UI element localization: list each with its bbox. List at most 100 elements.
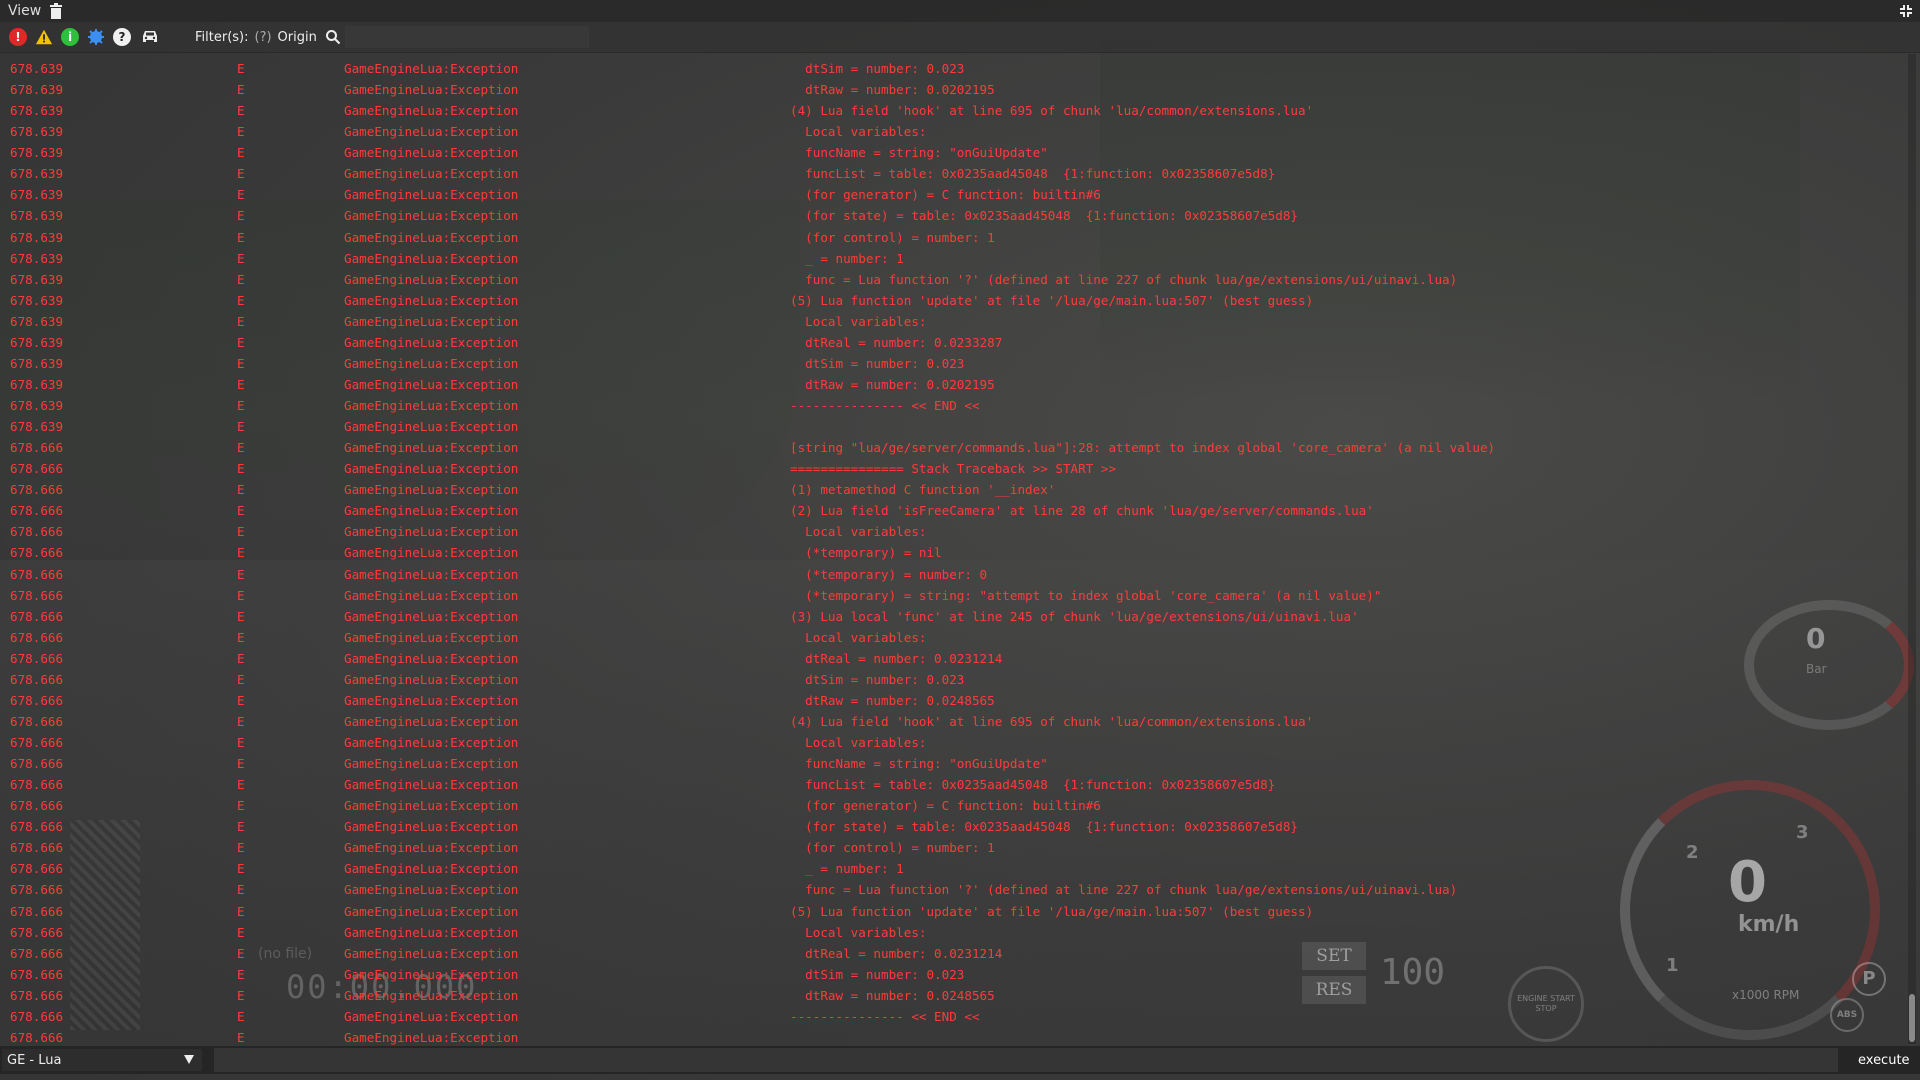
log-time: 678.666 xyxy=(10,608,64,624)
log-level: E xyxy=(237,1029,245,1045)
log-row: 678.666 E GameEngineLua:Exception funcList… xyxy=(5,774,1905,795)
log-row: 678.639 E GameEngineLua:Exception dtRaw = … xyxy=(5,79,1905,100)
log-origin: GameEngineLua:Exception xyxy=(344,166,519,182)
error-icon[interactable]: ! xyxy=(9,28,27,46)
log-row: 678.666 E GameEngineLua:Exception (for sta… xyxy=(5,816,1905,837)
log-row: 678.666 E GameEngineLua:Exception (*tempor… xyxy=(5,564,1905,585)
log-message: Local variables: xyxy=(790,924,927,940)
log-origin: GameEngineLua:Exception xyxy=(344,271,519,287)
filter-help-link[interactable]: (?) xyxy=(255,30,272,45)
log-message: Local variables: xyxy=(790,629,927,645)
car-icon[interactable] xyxy=(139,28,161,46)
log-time: 678.639 xyxy=(10,313,64,329)
log-time: 678.666 xyxy=(10,819,64,835)
log-time: 678.639 xyxy=(10,82,64,98)
log-time: 678.666 xyxy=(10,882,64,898)
log-message: func = Lua function '?' (defined at line… xyxy=(790,271,1458,287)
log-time: 678.666 xyxy=(10,650,64,666)
log-message: _ = number: 1 xyxy=(790,250,904,266)
log-time: 678.639 xyxy=(10,124,64,140)
log-message: (*temporary) = number: 0 xyxy=(790,566,988,582)
log-level: E xyxy=(237,398,245,413)
warning-icon[interactable] xyxy=(35,28,53,46)
log-message: Local variables: xyxy=(790,735,927,750)
debug-icon[interactable] xyxy=(87,28,105,46)
log-message: (for generator) = C function: builtin#6 xyxy=(790,187,1101,203)
context-select-value: GE - Lua xyxy=(7,1052,62,1068)
log-level: E xyxy=(237,840,245,856)
filter-input[interactable] xyxy=(344,26,589,48)
log-message: dtSim = number: 0.023 xyxy=(790,355,965,371)
log-time: 678.666 xyxy=(10,798,64,814)
log-level: E xyxy=(237,545,245,561)
log-origin: GameEngineLua:Exception xyxy=(344,250,519,266)
log-level: E xyxy=(237,419,245,435)
log-row: 678.666 E GameEngineLua:Exception func = L… xyxy=(5,879,1905,900)
log-level: E xyxy=(237,145,245,161)
log-origin: GameEngineLua:Exception xyxy=(344,440,519,456)
log-level: E xyxy=(237,882,245,898)
log-origin: GameEngineLua:Exception xyxy=(344,987,519,1003)
log-time: 678.639 xyxy=(10,292,64,308)
log-time: 678.639 xyxy=(10,334,64,350)
log-time: 678.666 xyxy=(10,735,64,750)
log-origin: GameEngineLua:Exception xyxy=(344,187,519,203)
log-origin: GameEngineLua:Exception xyxy=(344,587,519,603)
log-level: E xyxy=(237,1008,245,1024)
log-row: 678.666 E GameEngineLua:Exception [string "… xyxy=(5,437,1905,458)
info-icon[interactable]: i xyxy=(61,28,79,46)
log-time: 678.639 xyxy=(10,376,64,392)
command-input[interactable] xyxy=(214,1048,1838,1072)
log-message: Local variables: xyxy=(790,124,927,140)
log-message: func = Lua function '?' (defined at line… xyxy=(790,882,1458,898)
context-select[interactable]: GE - Lua xyxy=(2,1049,202,1071)
execute-button[interactable]: execute xyxy=(1852,1052,1916,1069)
log-origin: GameEngineLua:Exception xyxy=(344,103,519,119)
log-level: E xyxy=(237,671,245,687)
log-origin: GameEngineLua:Exception xyxy=(344,229,519,245)
log-origin: GameEngineLua:Exception xyxy=(344,861,519,877)
log-message: Local variables: xyxy=(790,313,927,329)
log-time: 678.666 xyxy=(10,440,64,456)
log-origin: GameEngineLua:Exception xyxy=(344,882,519,898)
help-icon[interactable]: ? xyxy=(113,28,131,46)
log-time: 678.639 xyxy=(10,355,64,371)
log-origin: GameEngineLua:Exception xyxy=(344,798,519,814)
log-row: 678.666 E GameEngineLua:Exception dtReal =… xyxy=(5,943,1905,964)
collapse-icon[interactable] xyxy=(1898,3,1914,19)
origin-filter-toggle[interactable]: Origin xyxy=(278,30,317,45)
trash-icon[interactable] xyxy=(49,3,63,19)
log-time: 678.639 xyxy=(10,61,64,76)
log-level: E xyxy=(237,966,245,982)
log-output[interactable]: 678.639 E GameEngineLua:Exception dtSim = … xyxy=(5,58,1905,1046)
log-row: 678.666 E GameEngineLua:Exception _ = numb… xyxy=(5,858,1905,879)
menu-view[interactable]: View xyxy=(8,3,41,19)
log-row: 678.666 E GameEngineLua:Exception funcName… xyxy=(5,753,1905,774)
log-row: 678.666 E GameEngineLua:Exception (2) Lua f… xyxy=(5,500,1905,521)
log-origin: GameEngineLua:Exception xyxy=(344,461,519,477)
scrollbar-thumb[interactable] xyxy=(1909,994,1915,1042)
log-row: 678.639 E GameEngineLua:Exception dtReal =… xyxy=(5,332,1905,353)
log-level: E xyxy=(237,945,245,961)
log-message: dtRaw = number: 0.0248565 xyxy=(790,987,995,1003)
log-origin: GameEngineLua:Exception xyxy=(344,840,519,856)
log-level: E xyxy=(237,629,245,645)
log-level: E xyxy=(237,440,245,456)
log-origin: GameEngineLua:Exception xyxy=(344,482,519,498)
command-bar: GE - Lua execute xyxy=(0,1046,1920,1074)
log-row: 678.639 E GameEngineLua:Exception funcList… xyxy=(5,163,1905,184)
log-message: (for generator) = C function: builtin#6 xyxy=(790,798,1101,814)
log-row: 678.666 E GameEngineLua:Exception dtReal =… xyxy=(5,648,1905,669)
log-message: (*temporary) = nil xyxy=(790,545,942,561)
log-time: 678.639 xyxy=(10,166,64,182)
log-origin: GameEngineLua:Exception xyxy=(344,292,519,308)
log-message: (3) Lua local 'func' at line 245 of chun… xyxy=(790,608,1359,624)
log-time: 678.666 xyxy=(10,482,64,498)
log-level: E xyxy=(237,166,245,182)
log-scrollbar[interactable] xyxy=(1908,54,1916,1044)
log-origin: GameEngineLua:Exception xyxy=(344,756,519,772)
log-time: 678.666 xyxy=(10,692,64,708)
log-row: 678.639 E GameEngineLua:Exception (for con… xyxy=(5,227,1905,248)
log-origin: GameEngineLua:Exception xyxy=(344,966,519,982)
log-time: 678.639 xyxy=(10,103,64,119)
